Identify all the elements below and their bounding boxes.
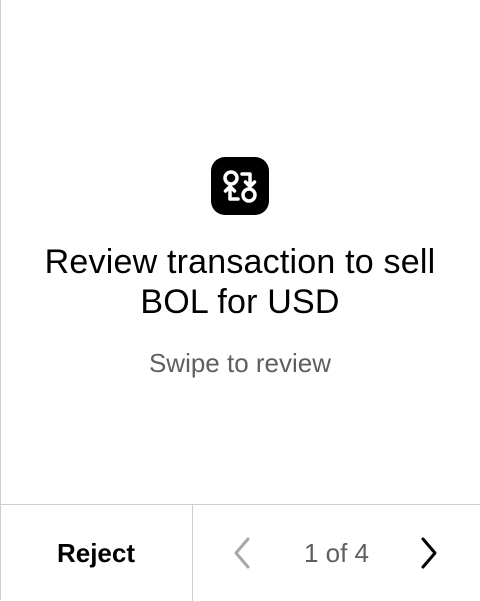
page-title: Review transaction to sell BOL for USD bbox=[44, 243, 436, 321]
footer-bar: Reject 1 of 4 bbox=[0, 504, 480, 601]
previous-page-button[interactable] bbox=[223, 533, 263, 573]
next-page-button[interactable] bbox=[410, 533, 450, 573]
reject-button[interactable]: Reject bbox=[0, 505, 193, 601]
swipe-hint: Swipe to review bbox=[148, 348, 332, 378]
chevron-right-icon bbox=[421, 537, 437, 569]
pager: 1 of 4 bbox=[193, 505, 480, 601]
chevron-left-icon bbox=[234, 537, 250, 569]
review-intro[interactable]: Review transaction to sell BOL for USD S… bbox=[0, 0, 480, 504]
swap-arrows-icon bbox=[211, 157, 269, 215]
page-indicator: 1 of 4 bbox=[303, 538, 370, 568]
